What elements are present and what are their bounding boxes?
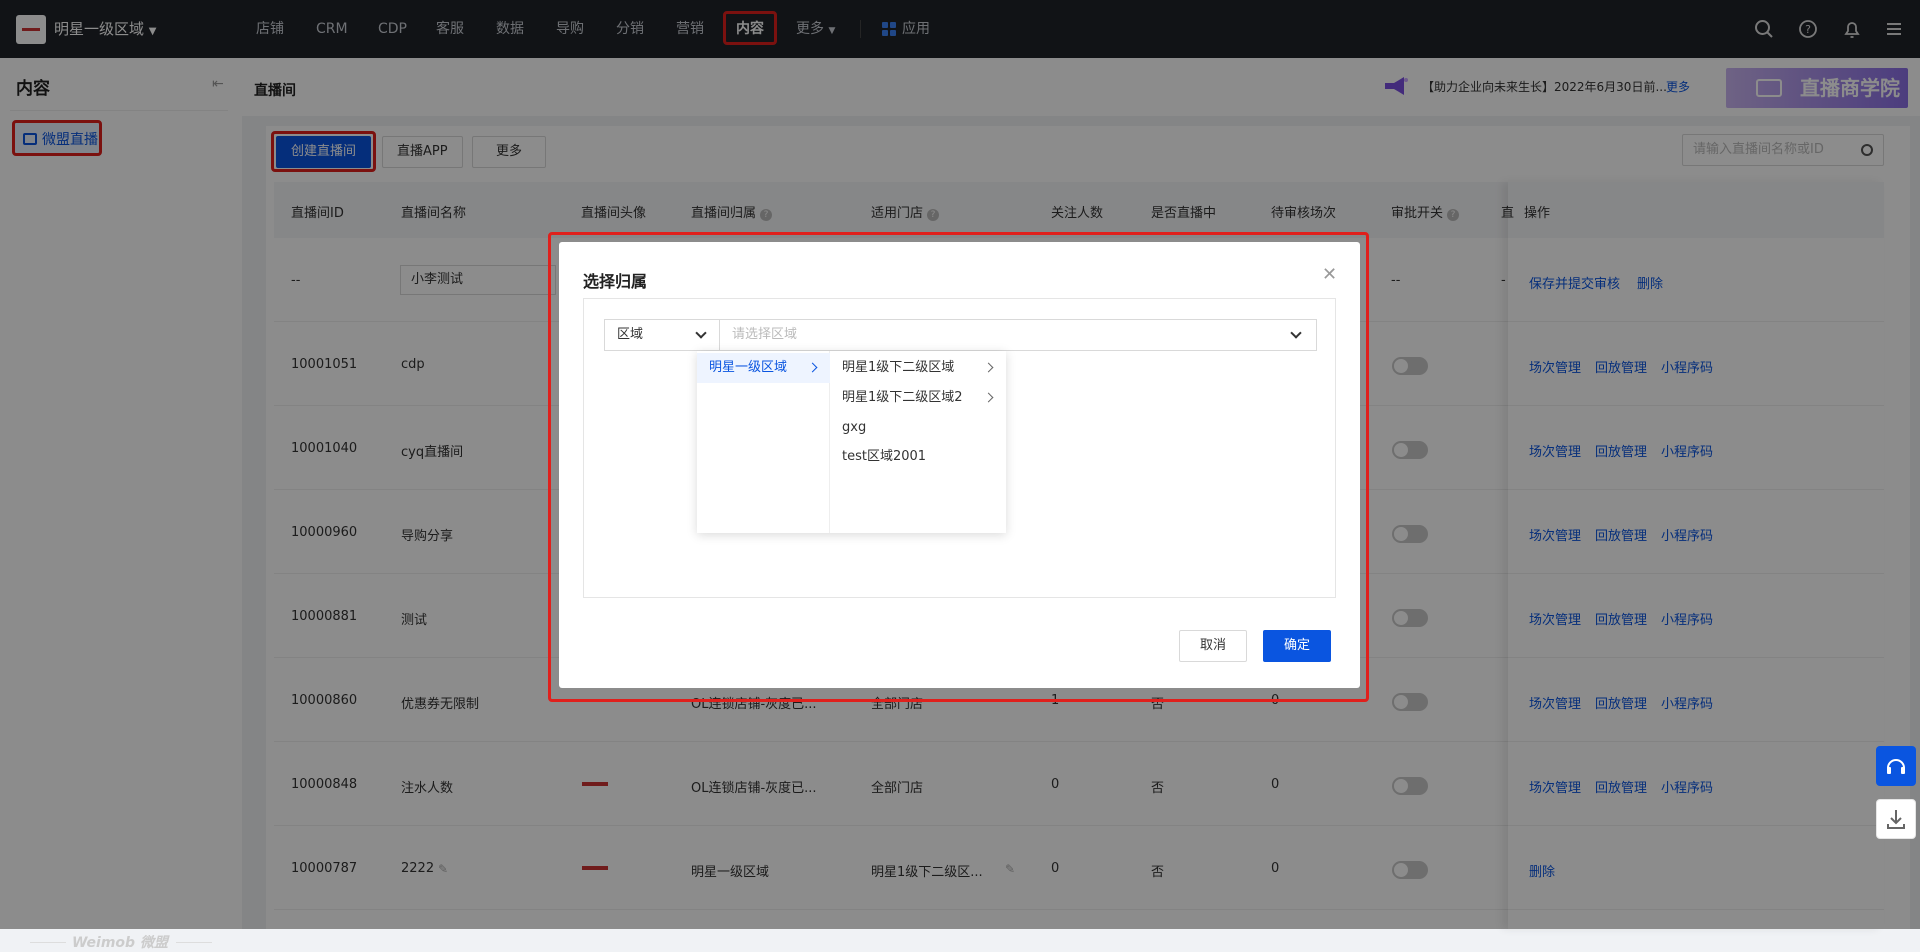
cascader-option-label: test区域2001: [842, 449, 927, 464]
owner-type-select[interactable]: 区域: [604, 319, 720, 351]
cascader-option-label: gxg: [842, 420, 867, 435]
watermark-line-left: [30, 942, 66, 943]
cascader-option[interactable]: gxg: [830, 413, 1006, 443]
chevron-right-icon: [807, 362, 818, 373]
area-cascader: 明星一级区域 明星1级下二级区域 明星1级下二级区域2 gxg test区域20…: [697, 351, 1006, 533]
cancel-button[interactable]: 取消: [1179, 630, 1248, 662]
cascader-option[interactable]: 明星1级下二级区域2: [830, 383, 1006, 413]
confirm-button[interactable]: 确定: [1263, 630, 1332, 662]
chevron-right-icon: [983, 362, 994, 373]
chevron-right-icon: [983, 392, 994, 403]
watermark: Weimob 微盟: [72, 935, 168, 951]
area-placeholder: 请选择区域: [732, 327, 798, 342]
cascader-option[interactable]: 明星1级下二级区域: [830, 353, 1006, 383]
cascader-level1: 明星一级区域: [697, 351, 830, 533]
select-owner-modal: 选择归属 ✕ 区域 请选择区域 明星一级区域 明星1级下二级区域 明星1级下二级…: [559, 242, 1360, 688]
modal-title: 选择归属: [583, 272, 648, 291]
download-icon: [1887, 810, 1905, 829]
close-icon[interactable]: ✕: [1322, 264, 1337, 285]
customer-service-button[interactable]: [1876, 746, 1916, 786]
cascader-option[interactable]: test区域2001: [830, 442, 1006, 472]
cascader-option-label: 明星1级下二级区域: [842, 360, 955, 375]
cascader-option-label: 明星一级区域: [709, 360, 788, 375]
chevron-down-icon: [1290, 327, 1302, 339]
area-select[interactable]: 请选择区域: [719, 319, 1317, 351]
chevron-down-icon: [695, 327, 707, 339]
owner-type-value: 区域: [617, 327, 644, 342]
modal-body: 区域 请选择区域 明星一级区域 明星1级下二级区域 明星1级下二级区域2 gxg…: [583, 298, 1336, 598]
headset-icon: [1887, 759, 1905, 774]
download-button[interactable]: [1876, 799, 1916, 839]
cascader-option[interactable]: 明星一级区域: [697, 353, 830, 383]
watermark-line-right: [176, 942, 212, 943]
cascader-option-label: 明星1级下二级区域2: [842, 390, 963, 405]
